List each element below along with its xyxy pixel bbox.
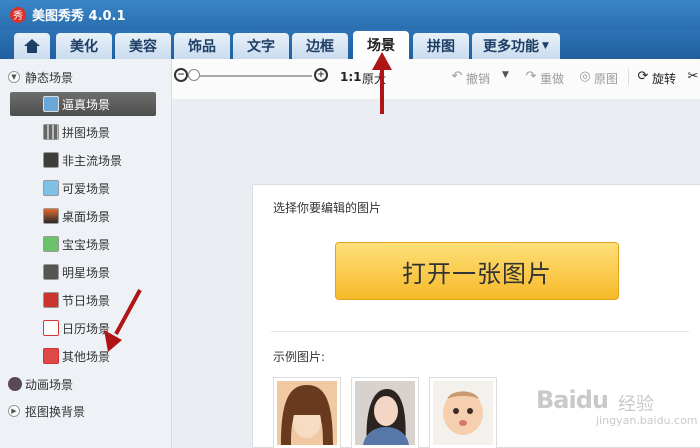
- baidu-watermark: Baidu 经验 jingyan.baidu.com: [536, 372, 698, 432]
- arrow-to-scene-tab: [372, 52, 392, 114]
- watermark-zh: 经验: [618, 394, 654, 415]
- watermark-url: jingyan.baidu.com: [596, 414, 698, 427]
- arrow-to-other-scene: [104, 289, 142, 352]
- watermark-brand: Baidu: [536, 386, 609, 414]
